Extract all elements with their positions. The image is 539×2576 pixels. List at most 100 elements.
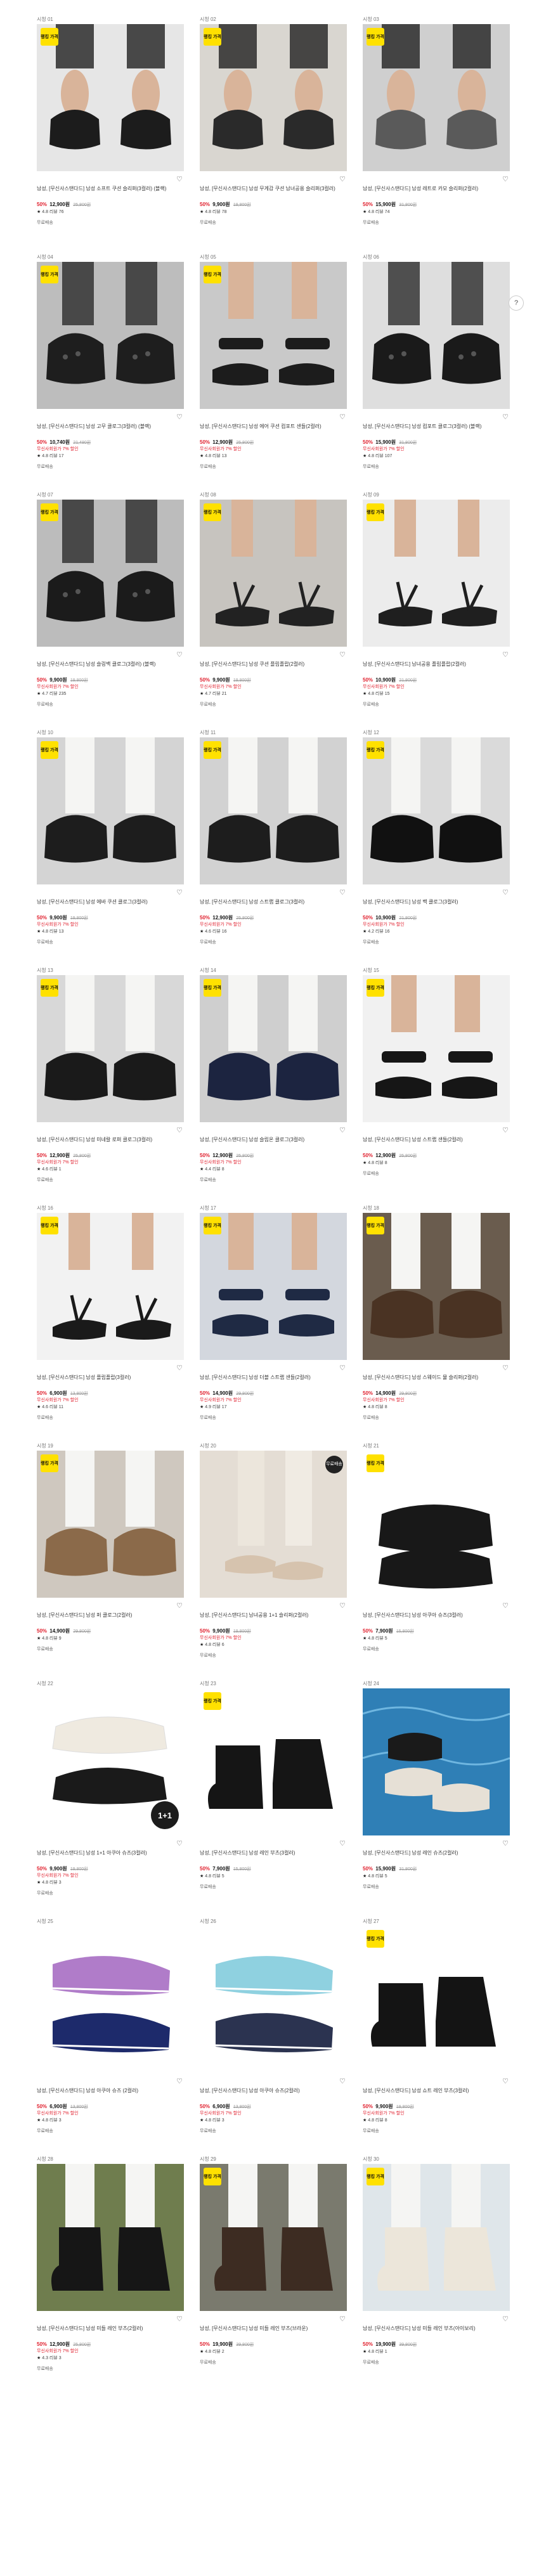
product-thumbnail[interactable]: 랭킹 가격 [200,2164,347,2311]
heart-icon[interactable]: ♡ [339,1839,346,1848]
product-title[interactable]: 남성, [무신사스탠다드] 남녀공용 1+1 슬리퍼(2컬러) [200,1612,347,1626]
product-card[interactable]: 시청 19 랭킹 가격 ♡ 남성, [무신사스탠다드] 남성 퍼 클로그(2컬러… [37,1442,184,1680]
product-thumbnail[interactable]: 랭킹 가격 [37,24,184,171]
heart-icon[interactable]: ♡ [502,1839,509,1848]
heart-icon[interactable]: ♡ [502,650,509,659]
heart-icon[interactable]: ♡ [502,1364,509,1372]
heart-icon[interactable]: ♡ [176,2077,183,2085]
product-card[interactable]: 시청 01 랭킹 가격 ♡ 남성, [무신사스탠다드] 남성 소프트 쿠션 슬리… [37,15,184,253]
product-card[interactable]: 시청 13 랭킹 가격 ♡ 남성, [무신사스탠다드] 남성 미네랄 로퍼 클로… [37,966,184,1204]
heart-icon[interactable]: ♡ [176,413,183,421]
product-card[interactable]: 시청 15 랭킹 가격 ♡ 남성, [무신사스탠다드] 남성 스트랩 샌들(2컬… [363,966,510,1204]
heart-icon[interactable]: ♡ [339,2315,346,2323]
product-title[interactable]: 남성, [무신사스탠다드] 남성 에바 쿠션 클로그(3컬러) [37,898,184,912]
product-title[interactable]: 남성, [무신사스탠다드] 남성 슬링백 클로그(3컬러) (블랙) [37,661,184,675]
product-title[interactable]: 남성, [무신사스탠다드] 남성 고무 클로그(3컬러) (블랙) [37,423,184,437]
product-title[interactable]: 남성, [무신사스탠다드] 남성 백 클로그(3컬러) [363,898,510,912]
heart-icon[interactable]: ♡ [502,1126,509,1134]
product-card[interactable]: 시청 04 랭킹 가격 ♡ 남성, [무신사스탠다드] 남성 고무 클로그(3컬… [37,253,184,491]
heart-icon[interactable]: ♡ [176,1839,183,1848]
product-card[interactable]: 시청 26 ♡ 남성, [무신사스탠다드] 남성 아쿠아 슈즈(2컬러) 50%… [200,1917,347,2155]
product-title[interactable]: 남성, [무신사스탠다드] 남성 미네랄 로퍼 클로그(3컬러) [37,1136,184,1150]
product-title[interactable]: 남성, [무신사스탠다드] 남성 스트랩 클로그(3컬러) [200,898,347,912]
product-title[interactable]: 남성, [무신사스탠다드] 남성 퍼 클로그(2컬러) [37,1612,184,1626]
product-thumbnail[interactable]: 랭킹 가격 [37,500,184,647]
product-thumbnail[interactable]: 랭킹 가격 [363,1213,510,1360]
product-card[interactable]: 시청 03 랭킹 가격 ♡ 남성, [무신사스탠다드] 남성 레트로 카모 슬리… [363,15,510,253]
product-thumbnail[interactable]: 랭킹 가격 [363,500,510,647]
product-thumbnail[interactable]: 랭킹 가격 [363,737,510,884]
product-thumbnail[interactable]: 랭킹 가격 [37,737,184,884]
product-title[interactable]: 남성, [무신사스탠다드] 남성 무게감 쿠션 남녀공용 슬리퍼(3컬러) [200,185,347,199]
scroll-top-button[interactable]: ? [509,295,524,311]
product-card[interactable]: 시청 14 랭킹 가격 ♡ 남성, [무신사스탠다드] 남성 슬립온 클로그(3… [200,966,347,1204]
product-card[interactable]: 시청 18 랭킹 가격 ♡ 남성, [무신사스탠다드] 남성 스웨이드 뮬 슬리… [363,1204,510,1442]
heart-icon[interactable]: ♡ [176,1364,183,1372]
heart-icon[interactable]: ♡ [502,888,509,896]
product-title[interactable]: 남성, [무신사스탠다드] 남성 에어 쿠션 컴포트 샌들(2컬러) [200,423,347,437]
heart-icon[interactable]: ♡ [339,1602,346,1610]
product-title[interactable]: 남성, [무신사스탠다드] 남성 레인 슈즈(2컬러) [363,1849,510,1863]
heart-icon[interactable]: ♡ [176,1602,183,1610]
heart-icon[interactable]: ♡ [502,1602,509,1610]
product-title[interactable]: 남성, [무신사스탠다드] 남성 더블 스트랩 샌들(2컬러) [200,1374,347,1388]
product-card[interactable]: 시청 11 랭킹 가격 ♡ 남성, [무신사스탠다드] 남성 스트랩 클로그(3… [200,728,347,966]
heart-icon[interactable]: ♡ [339,1126,346,1134]
product-card[interactable]: 시청 07 랭킹 가격 ♡ 남성, [무신사스탠다드] 남성 슬링백 클로그(3… [37,491,184,728]
product-card[interactable]: 시청 10 랭킹 가격 ♡ 남성, [무신사스탠다드] 남성 에바 쿠션 클로그… [37,728,184,966]
product-thumbnail[interactable] [363,1688,510,1835]
product-card[interactable]: 시청 16 랭킹 가격 ♡ 남성, [무신사스탠다드] 남성 플립플랍(3컬러)… [37,1204,184,1442]
product-thumbnail[interactable]: 1+1 [37,1688,184,1835]
product-card[interactable]: 시청 29 랭킹 가격 ♡ 남성, [무신사스탠다드] 남성 미들 레인 부츠(… [200,2155,347,2393]
product-card[interactable]: 시청 21 랭킹 가격 ♡ 남성, [무신사스탠다드] 남성 아쿠아 슈즈(3컬… [363,1442,510,1680]
product-thumbnail[interactable]: 랭킹 가격 [37,1451,184,1598]
heart-icon[interactable]: ♡ [339,2077,346,2085]
product-card[interactable]: 시청 24 ♡ 남성, [무신사스탠다드] 남성 레인 슈즈(2컬러) 50% … [363,1680,510,1917]
product-card[interactable]: 시청 12 랭킹 가격 ♡ 남성, [무신사스탠다드] 남성 백 클로그(3컬러… [363,728,510,966]
product-thumbnail[interactable]: 랭킹 가격 [200,1213,347,1360]
product-thumbnail[interactable]: 랭킹 가격 [37,975,184,1122]
product-title[interactable]: 남성, [무신사스탠다드] 남성 소프트 쿠션 슬리퍼(3컬러) (블랙) [37,185,184,199]
product-thumbnail[interactable]: 랭킹 가격 [200,737,347,884]
product-card[interactable]: 시청 25 ♡ 남성, [무신사스탠다드] 남성 아쿠아 슈즈 (2컬러) 50… [37,1917,184,2155]
product-card[interactable]: 시청 06 ♡ 남성, [무신사스탠다드] 남성 컴포트 클로그(3컬러) (블… [363,253,510,491]
product-thumbnail[interactable]: 랭킹 가격 [37,262,184,409]
heart-icon[interactable]: ♡ [502,175,509,183]
product-title[interactable]: 남성, [무신사스탠다드] 남성 레트로 카모 슬리퍼(2컬러) [363,185,510,199]
product-thumbnail[interactable] [200,1926,347,2073]
heart-icon[interactable]: ♡ [502,2315,509,2323]
product-title[interactable]: 남성, [무신사스탠다드] 남성 컴포트 클로그(3컬러) (블랙) [363,423,510,437]
product-card[interactable]: 시청 05 랭킹 가격 ♡ 남성, [무신사스탠다드] 남성 에어 쿠션 컴포트… [200,253,347,491]
product-card[interactable]: 시청 22 1+1 ♡ 남성, [무신사스탠다드] 남성 1+1 아쿠아 슈즈(… [37,1680,184,1917]
product-card[interactable]: 시청 30 랭킹 가격 ♡ 남성, [무신사스탠다드] 남성 미들 레인 부츠(… [363,2155,510,2393]
product-card[interactable]: 시청 09 랭킹 가격 ♡ 남성, [무신사스탠다드] 남녀공용 플립플랍(2컬… [363,491,510,728]
product-thumbnail[interactable]: 랭킹 가격 [363,2164,510,2311]
heart-icon[interactable]: ♡ [339,413,346,421]
product-thumbnail[interactable]: 랭킹 가격 [200,975,347,1122]
product-thumbnail[interactable]: 랭킹 가격 [363,24,510,171]
product-title[interactable]: 남성, [무신사스탠다드] 남녀공용 플립플랍(2컬러) [363,661,510,675]
heart-icon[interactable]: ♡ [339,888,346,896]
heart-icon[interactable]: ♡ [339,650,346,659]
product-thumbnail[interactable]: 랭킹 가격 [363,1926,510,2073]
heart-icon[interactable]: ♡ [176,175,183,183]
product-card[interactable]: 시청 23 랭킹 가격 ♡ 남성, [무신사스탠다드] 남성 레인 부츠(3컬러… [200,1680,347,1917]
product-title[interactable]: 남성, [무신사스탠다드] 남성 스트랩 샌들(2컬러) [363,1136,510,1150]
heart-icon[interactable]: ♡ [176,650,183,659]
product-title[interactable]: 남성, [무신사스탠다드] 남성 쿠션 플립플랍(2컬러) [200,661,347,675]
product-card[interactable]: 시청 28 ♡ 남성, [무신사스탠다드] 남성 미들 레인 부츠(2컬러) 5… [37,2155,184,2393]
product-title[interactable]: 남성, [무신사스탠다드] 남성 레인 부츠(3컬러) [200,1849,347,1863]
heart-icon[interactable]: ♡ [176,888,183,896]
product-thumbnail[interactable]: 랭킹 가격 [200,24,347,171]
product-card[interactable]: 시청 27 랭킹 가격 ♡ 남성, [무신사스탠다드] 남성 쇼트 레인 부츠(… [363,1917,510,2155]
heart-icon[interactable]: ♡ [339,175,346,183]
product-thumbnail[interactable]: 랭킹 가격 [37,1213,184,1360]
heart-icon[interactable]: ♡ [502,413,509,421]
product-card[interactable]: 시청 17 랭킹 가격 ♡ 남성, [무신사스탠다드] 남성 더블 스트랩 샌들… [200,1204,347,1442]
product-thumbnail[interactable] [37,2164,184,2311]
product-thumbnail[interactable]: 랭킹 가격 [200,500,347,647]
product-title[interactable]: 남성, [무신사스탠다드] 남성 아쿠아 슈즈(2컬러) [200,2087,347,2101]
product-thumbnail[interactable] [37,1926,184,2073]
product-card[interactable]: 시청 02 랭킹 가격 ♡ 남성, [무신사스탠다드] 남성 무게감 쿠션 남녀… [200,15,347,253]
product-title[interactable]: 남성, [무신사스탠다드] 남성 플립플랍(3컬러) [37,1374,184,1388]
